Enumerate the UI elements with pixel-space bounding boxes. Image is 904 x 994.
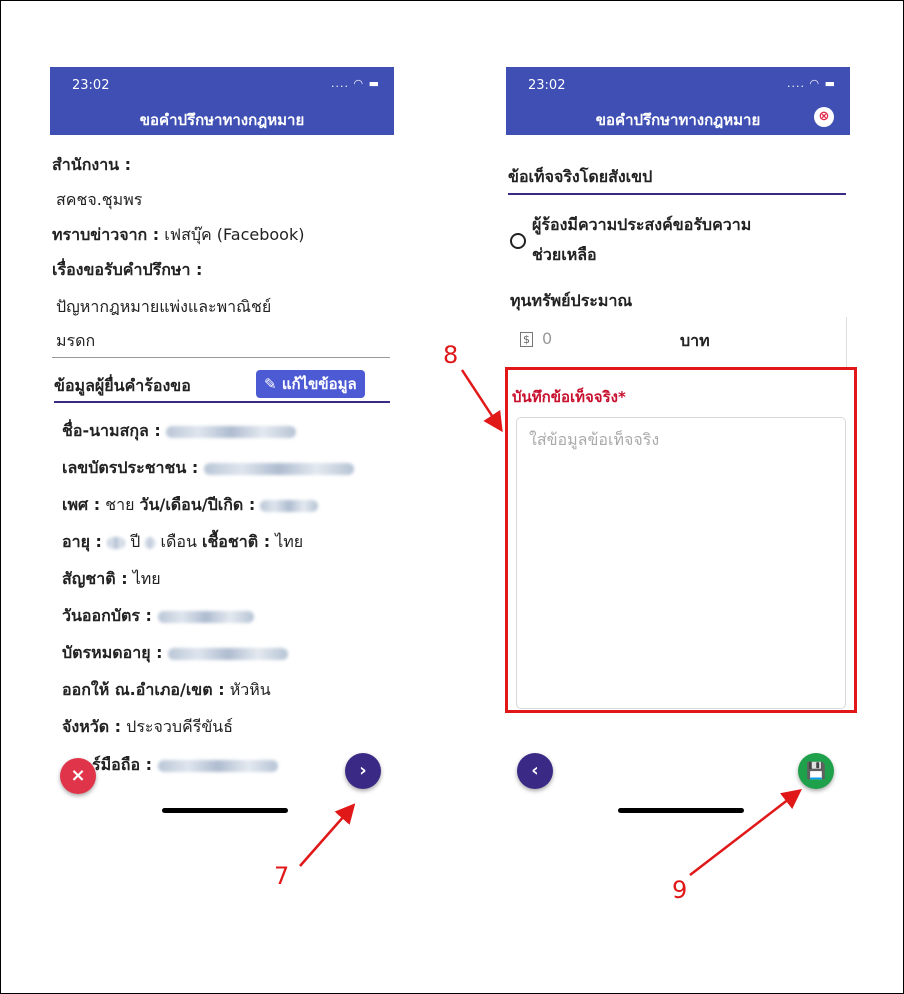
annotation-arrows: [299, 369, 802, 876]
arrow-8: [460, 369, 503, 433]
arrow-9: [689, 788, 802, 876]
arrow-7: [299, 803, 356, 867]
